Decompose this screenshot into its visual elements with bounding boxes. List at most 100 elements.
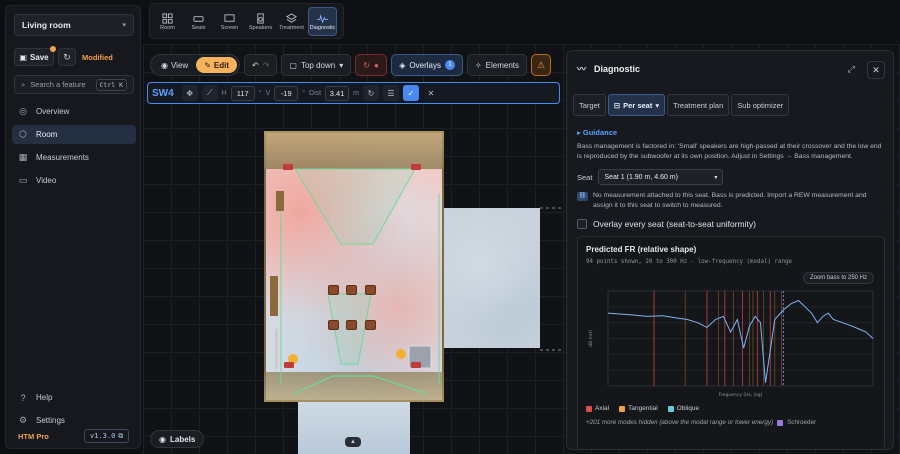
- zoom-bass-button[interactable]: Zoom bass to 250 Hz: [802, 272, 874, 284]
- revert-button[interactable]: ↻: [58, 48, 76, 66]
- overlays-button[interactable]: ◈ Overlays 1: [391, 54, 463, 76]
- seat-5[interactable]: [346, 320, 357, 330]
- chart-legend: Axial Tangential Oblique: [586, 405, 699, 412]
- room-select[interactable]: Living room ▾: [14, 14, 134, 36]
- redo-icon[interactable]: ↷: [263, 61, 270, 70]
- h-input[interactable]: 117: [230, 85, 255, 101]
- labels-label: Labels: [169, 434, 196, 444]
- mode-toggle: ◉ View ✎ Edit: [150, 54, 240, 76]
- tab-target[interactable]: Target: [573, 94, 606, 116]
- seat-2[interactable]: [346, 285, 357, 295]
- tool-label: Room: [160, 24, 175, 31]
- y-axis-label: dB (rel): [588, 330, 594, 347]
- seat-1[interactable]: [328, 285, 339, 295]
- tool-speakers[interactable]: Speakers: [246, 7, 275, 36]
- sidebar-item-help[interactable]: ? Help: [12, 388, 136, 407]
- speaker-front-right[interactable]: [411, 164, 421, 170]
- h-value: 117: [236, 88, 249, 98]
- confirm-button[interactable]: ✓: [402, 85, 419, 101]
- tool-seats[interactable]: Seats: [184, 7, 213, 36]
- cancel-button[interactable]: ✕: [423, 85, 439, 101]
- eye-icon: ◉: [159, 434, 166, 444]
- pulse-icon: [317, 13, 328, 24]
- h-label: H: [221, 89, 227, 97]
- sidebar-nav: ◎ Overview ⬡ Room ▦ Measurements ▭ Video: [12, 102, 136, 194]
- sidebar-item-label: Help: [36, 393, 53, 402]
- copy-icon: ⧉: [118, 431, 124, 440]
- sofa-icon: [193, 15, 204, 22]
- v-input[interactable]: -19: [274, 85, 299, 101]
- overlay-every-seat-checkbox[interactable]: Overlay every seat (seat-to-seat uniform…: [577, 219, 756, 229]
- sliders-button[interactable]: ☰: [382, 85, 399, 101]
- frame-icon: ▢: [289, 60, 297, 70]
- measure-button[interactable]: ⟋: [201, 85, 218, 101]
- expand-up-button[interactable]: ▲: [345, 437, 361, 447]
- reset-button[interactable]: ↻: [362, 85, 379, 101]
- close-panel-button[interactable]: ✕: [867, 61, 885, 79]
- tool-bar: Room Seats Screen Speakers Treatment Dia…: [149, 3, 344, 39]
- guidance-label: Guidance: [582, 128, 618, 137]
- tool-room[interactable]: Room: [153, 7, 182, 36]
- dist-unit: m: [353, 89, 359, 97]
- speaker-back-right[interactable]: [411, 362, 421, 368]
- tab-treatment-plan[interactable]: Treatment plan: [667, 94, 730, 116]
- dist-input[interactable]: 3.41: [325, 85, 350, 101]
- save-icon: ▣: [19, 52, 27, 62]
- reset-icon: ↻: [367, 88, 375, 98]
- tool-screen[interactable]: Screen: [215, 7, 244, 36]
- seat-row: Seat Seat 1 (1.90 m, 4.60 m) ▾: [577, 169, 724, 185]
- speaker-back-left[interactable]: [284, 362, 294, 368]
- reset-heatmap-button[interactable]: ↻ ●: [355, 54, 388, 76]
- fr-chart: dB (rel) Frequency (Hz, log): [588, 290, 874, 398]
- sidebar-item-overview[interactable]: ◎ Overview: [12, 102, 136, 121]
- search-input[interactable]: ⌕ Search a feature Ctrl K: [14, 75, 134, 94]
- expand-icon[interactable]: ⤢: [848, 64, 855, 75]
- legend-label: Axial: [595, 405, 610, 412]
- version-badge[interactable]: v1.3.0 ⧉: [84, 429, 130, 443]
- sofa-icon: ⊟: [613, 100, 621, 110]
- warning-button[interactable]: ⚠: [531, 54, 552, 76]
- tab-per-seat[interactable]: ⊟ Per seat ▾: [607, 94, 666, 116]
- guidance-toggle[interactable]: ▸ Guidance: [577, 128, 617, 137]
- sidebar-item-measurements[interactable]: ▦ Measurements: [12, 148, 136, 167]
- save-button[interactable]: ▣ Save: [14, 46, 56, 66]
- tab-label: Target: [579, 100, 600, 110]
- monitor-icon: ▭: [18, 175, 28, 185]
- sidebar-item-label: Measurements: [36, 153, 89, 162]
- elements-label: Elements: [485, 60, 520, 70]
- speaker-rear-right[interactable]: [396, 349, 406, 359]
- tool-treatment[interactable]: Treatment: [277, 7, 306, 36]
- gear-icon: ⚙: [18, 415, 28, 425]
- view-mode-button[interactable]: ◉ View: [153, 57, 196, 73]
- sidebar-item-video[interactable]: ▭ Video: [12, 171, 136, 190]
- elements-button[interactable]: ✧ Elements: [466, 54, 528, 76]
- screen-coverage-cone: [294, 168, 416, 245]
- more-text: +201 more modes hidden (above the modal …: [586, 419, 774, 426]
- sidebar-item-room[interactable]: ⬡ Room: [12, 125, 136, 144]
- tool-diagnostic[interactable]: Diagnostic: [308, 7, 337, 36]
- dist-label: Dist: [309, 89, 322, 97]
- tab-sub-optimizer[interactable]: Sub optimizer: [731, 94, 790, 116]
- search-shortcut: Ctrl K: [95, 78, 127, 91]
- sidebar-item-settings[interactable]: ⚙ Settings: [12, 411, 136, 430]
- tool-label: Screen: [220, 24, 239, 31]
- checkbox-box: [577, 219, 587, 229]
- undo-icon[interactable]: ↶: [252, 61, 259, 70]
- move-button[interactable]: ✥: [181, 85, 198, 101]
- seat-select[interactable]: Seat 1 (1.90 m, 4.60 m) ▾: [598, 169, 724, 185]
- seat-4[interactable]: [328, 320, 339, 330]
- dist-value: 3.41: [329, 88, 345, 98]
- h-unit: °: [258, 89, 262, 97]
- seat-6[interactable]: [365, 320, 376, 330]
- edit-mode-button[interactable]: ✎ Edit: [196, 57, 237, 73]
- seat-3[interactable]: [365, 285, 376, 295]
- element-edit-bar: SW4 ✥ ⟋ H 117 ° V -19 ° Dist 3.41 m ↻ ☰ …: [147, 82, 560, 104]
- camera-select[interactable]: ▢ Top down ▾: [281, 54, 352, 76]
- modified-label: Modified: [82, 52, 113, 62]
- camera-label: Top down: [300, 60, 336, 70]
- zoom-label: Zoom bass to 250 Hz: [809, 275, 867, 281]
- labels-toggle[interactable]: ◉ Labels: [150, 430, 205, 448]
- info-text: No measurement attached to this seat. Ba…: [593, 192, 867, 209]
- chevron-down-icon: ▾: [339, 60, 344, 70]
- speaker-front-left[interactable]: [283, 164, 293, 170]
